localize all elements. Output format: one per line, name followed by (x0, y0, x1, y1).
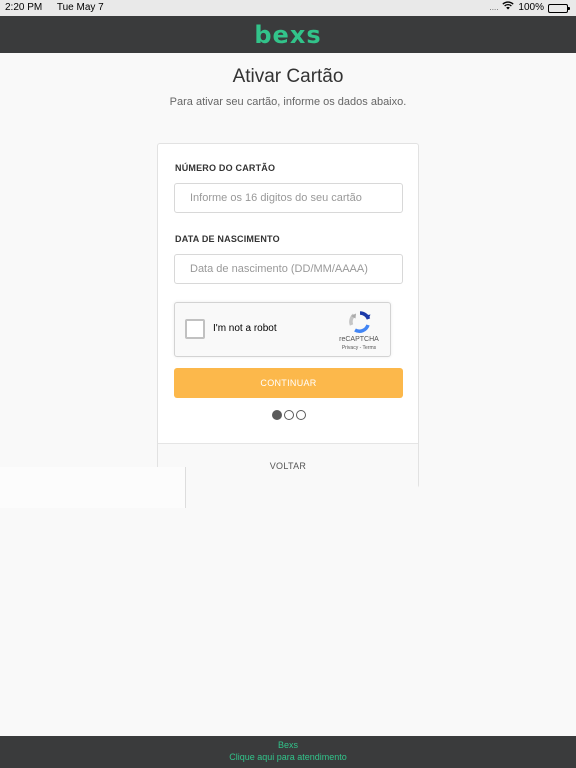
step-dot-2 (284, 410, 294, 420)
bexs-logo: bexs (254, 20, 322, 49)
signal-icon: .... (489, 3, 499, 12)
page-subtitle: Para ativar seu cartão, informe os dados… (169, 96, 407, 108)
app-header: bexs (0, 16, 576, 53)
card-number-input[interactable] (174, 183, 403, 213)
activation-card: NÚMERO DO CARTÃO DATA DE NASCIMENTO I'm … (157, 143, 419, 488)
recaptcha-icon (349, 311, 371, 333)
recaptcha-checkbox[interactable] (185, 319, 205, 339)
step-indicator (272, 410, 306, 420)
recaptcha-widget: I'm not a robot reCAPTCHA Privacy - Term… (174, 302, 391, 357)
back-button[interactable]: VOLTAR (158, 443, 418, 488)
birth-date-label: DATA DE NASCIMENTO (175, 234, 280, 244)
birth-date-input[interactable] (174, 254, 403, 284)
status-bar: 2:20 PM Tue May 7 .... 100% (0, 0, 576, 16)
recaptcha-brand: reCAPTCHA (339, 336, 379, 343)
status-date: Tue May 7 (56, 2, 104, 13)
recaptcha-label: I'm not a robot (213, 323, 277, 334)
back-button-label: VOLTAR (269, 461, 307, 471)
status-time: 2:20 PM (5, 2, 43, 13)
wifi-icon (502, 0, 515, 16)
support-link[interactable]: Clique aqui para atendimento (0, 752, 576, 762)
step-dot-3 (296, 410, 306, 420)
step-dot-1 (272, 410, 282, 420)
footer-bar: Bexs Clique aqui para atendimento (0, 736, 576, 768)
page-title: Ativar Cartão (232, 66, 344, 87)
continue-button[interactable]: CONTINUAR (174, 368, 403, 398)
footer-brand: Bexs (277, 740, 298, 750)
battery-percent: 100% (518, 2, 544, 13)
background-panel (0, 467, 186, 508)
recaptcha-terms-link[interactable]: Privacy - Terms (335, 345, 383, 351)
card-number-label: NÚMERO DO CARTÃO (175, 163, 276, 173)
battery-icon (548, 3, 570, 13)
